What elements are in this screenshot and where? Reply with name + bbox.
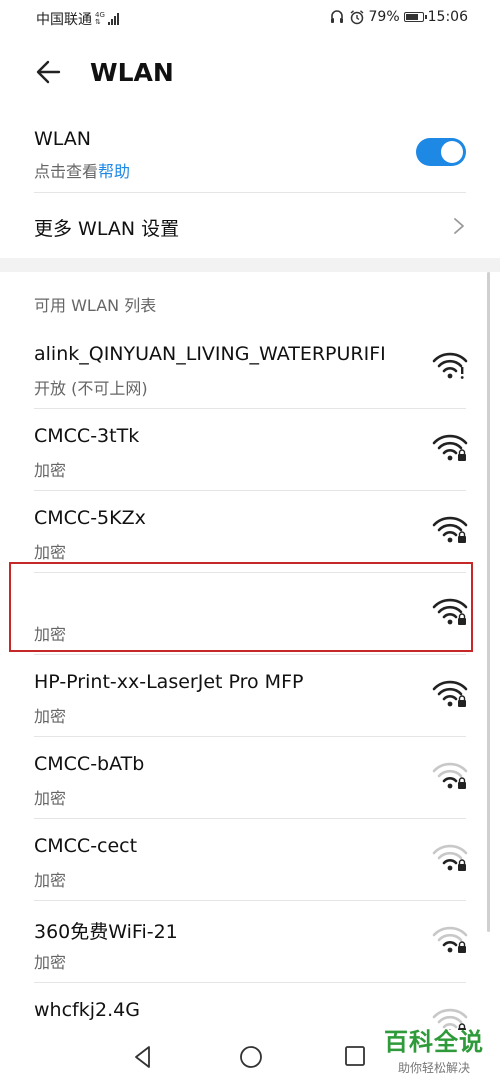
wifi-lock-icon xyxy=(432,844,468,871)
wlan-help-text: 点击查看帮助 xyxy=(34,158,130,182)
headset-icon xyxy=(330,10,343,23)
chevron-right-icon xyxy=(454,218,464,234)
wifi-network-item[interactable]: CMCC-cect 加密 xyxy=(0,819,500,901)
wifi-lock-icon xyxy=(432,762,468,789)
more-wlan-settings[interactable]: 更多 WLAN 设置 xyxy=(34,194,466,258)
wifi-network-item[interactable]: 360免费WiFi-21 加密 xyxy=(0,901,500,983)
wifi-lock-icon xyxy=(432,434,468,461)
arrow-left-icon[interactable] xyxy=(33,56,65,88)
wifi-list: alink_QINYUAN_LIVING_WATERPURIFI 开放 (不可上网… xyxy=(0,327,500,1065)
network-ssid: 360免费WiFi-21 xyxy=(34,921,178,943)
network-security: 开放 (不可上网) xyxy=(34,379,148,398)
help-link[interactable]: 帮助 xyxy=(98,162,130,181)
alarm-icon xyxy=(350,10,363,25)
app-header: WLAN xyxy=(0,44,500,104)
wifi-network-item[interactable]: CMCC-5KZx 加密 xyxy=(0,491,500,573)
network-ssid: CMCC-cect xyxy=(34,835,138,857)
wlan-label: WLAN xyxy=(34,128,92,150)
status-right: 79% 15:06 xyxy=(329,9,468,25)
status-bar: 中国联通 4G ⇅ 79% 15:06 xyxy=(0,0,500,36)
battery-icon xyxy=(403,12,427,22)
signal-icon xyxy=(107,13,119,25)
battery-percent: 79% xyxy=(368,9,400,25)
wlan-toggle-switch[interactable] xyxy=(416,138,466,166)
network-ssid: CMCC-bATb xyxy=(34,753,145,775)
toggle-knob xyxy=(441,141,463,163)
network-security: 加密 xyxy=(34,953,67,972)
watermark-title: 百科全说 xyxy=(384,1028,484,1056)
nav-recent-icon[interactable] xyxy=(344,1045,366,1067)
network-security: 加密 xyxy=(34,543,67,562)
network-security: 加密 xyxy=(34,461,67,480)
wifi-network-item[interactable]: CMCC-3tTk 加密 xyxy=(0,409,500,491)
status-left: 中国联通 4G ⇅ xyxy=(36,9,119,29)
nav-back-icon[interactable] xyxy=(130,1044,156,1070)
wifi-lock-icon xyxy=(432,516,468,543)
wifi-lock-icon xyxy=(432,680,468,707)
divider xyxy=(34,192,466,193)
highlight-box xyxy=(9,562,473,652)
clock: 15:06 xyxy=(427,9,468,25)
network-ssid: CMCC-5KZx xyxy=(34,507,146,529)
wifi-lock-icon xyxy=(432,926,468,953)
network-ssid: alink_QINYUAN_LIVING_WATERPURIFI xyxy=(34,343,386,365)
network-type-icon: 4G ⇅ xyxy=(95,11,105,26)
carrier-name: 中国联通 xyxy=(36,12,92,28)
wifi-warning-icon xyxy=(432,352,468,379)
watermark-subtitle: 助你轻松解决 xyxy=(397,1061,470,1075)
network-security: 加密 xyxy=(34,871,67,890)
network-ssid: whcfkj2.4G xyxy=(34,999,140,1021)
network-ssid: HP-Print-xx-LaserJet Pro MFP xyxy=(34,671,304,693)
wifi-network-item[interactable]: CMCC-bATb 加密 xyxy=(0,737,500,819)
watermark: 百科全说 助你轻松解决 xyxy=(376,1022,492,1076)
wifi-network-item[interactable]: alink_QINYUAN_LIVING_WATERPURIFI 开放 (不可上网… xyxy=(0,327,500,409)
wlan-toggle-row[interactable]: WLAN 点击查看帮助 xyxy=(34,124,466,192)
network-security: 加密 xyxy=(34,707,67,726)
section-gap xyxy=(0,258,500,272)
nav-home-icon[interactable] xyxy=(238,1044,264,1070)
wifi-network-item[interactable]: HP-Print-xx-LaserJet Pro MFP 加密 xyxy=(0,655,500,737)
page-title: WLAN xyxy=(90,58,174,87)
available-networks-header: 可用 WLAN 列表 xyxy=(34,296,157,315)
help-prefix: 点击查看 xyxy=(34,162,99,181)
more-settings-label: 更多 WLAN 设置 xyxy=(34,218,180,240)
battery-fill xyxy=(405,14,418,20)
network-ssid: CMCC-3tTk xyxy=(34,425,140,447)
network-security: 加密 xyxy=(34,789,67,808)
